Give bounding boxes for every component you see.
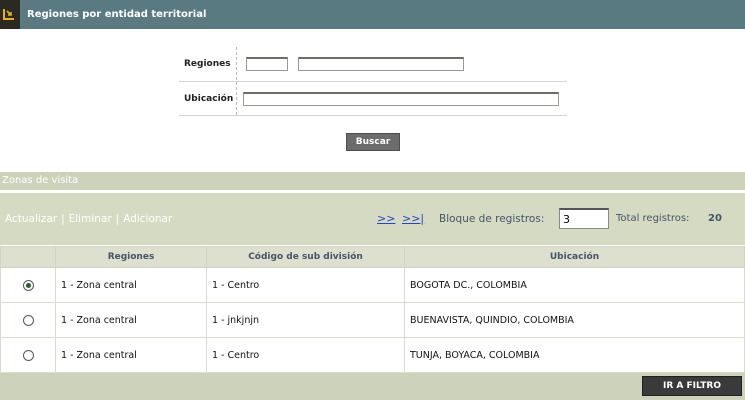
ubicacion-cell: TUNJA, BOYACA, COLOMBIA [404, 337, 745, 373]
next-page-link[interactable]: >> [377, 193, 395, 245]
region-cell: 1 - Zona central [55, 302, 207, 338]
regiones-code-input[interactable] [246, 57, 288, 71]
column-header-ubicacion[interactable]: Ubicación [404, 246, 745, 268]
table-row[interactable]: 1 - Zona central 1 - Centro TUNJA, BOYAC… [0, 337, 745, 373]
ubicacion-cell: BOGOTA DC., COLOMBIA [404, 267, 745, 303]
row-radio[interactable] [22, 314, 34, 326]
zonas-table: Regiones Código de sub división Ubicació… [0, 246, 745, 373]
eliminar-link[interactable]: Eliminar [69, 213, 112, 225]
row-radio[interactable] [22, 279, 34, 291]
ubicacion-cell: BUENAVISTA, QUINDIO, COLOMBIA [404, 302, 745, 338]
ubicacion-row: Ubicación [179, 81, 567, 116]
subdivision-cell: 1 - Centro [206, 337, 405, 373]
footer-bar: IR A FILTRO [0, 373, 745, 400]
actualizar-link[interactable]: Actualizar [5, 213, 57, 225]
select-column-header [0, 246, 56, 268]
total-label: Total registros: [616, 213, 690, 224]
subdivision-cell: 1 - jnkjnjn [206, 302, 405, 338]
zonas-toolbar: Actualizar | Eliminar | Adicionar >> >>| Blo… [0, 193, 745, 245]
last-page-link[interactable]: >>| [402, 193, 424, 245]
subdivision-cell: 1 - Centro [206, 267, 405, 303]
row-select-cell [0, 302, 56, 338]
window-title-bar: Regiones por entidad territorial [0, 0, 745, 29]
region-cell: 1 - Zona central [55, 337, 207, 373]
separator: | [61, 213, 65, 225]
total-value: 20 [708, 213, 722, 224]
column-header-regiones[interactable]: Regiones [55, 246, 207, 268]
row-radio[interactable] [22, 349, 34, 361]
sort-icon [0, 0, 20, 29]
action-links: Actualizar | Eliminar | Adicionar [5, 193, 172, 245]
region-cell: 1 - Zona central [55, 267, 207, 303]
zonas-title: Zonas de visita [2, 175, 79, 186]
go-to-filter-button[interactable]: IR A FILTRO [642, 376, 742, 396]
regiones-label: Regiones [184, 59, 231, 69]
block-label: Bloque de registros: [439, 213, 545, 225]
regiones-row: Regiones [179, 47, 567, 81]
search-form: Regiones Ubicación [179, 47, 567, 116]
block-size-input[interactable] [559, 208, 609, 229]
row-select-cell [0, 337, 56, 373]
ubicacion-label: Ubicación [184, 94, 234, 104]
adicionar-link[interactable]: Adicionar [123, 213, 172, 225]
regiones-name-input[interactable] [298, 57, 464, 71]
column-header-subdivision[interactable]: Código de sub división [206, 246, 405, 268]
zonas-section-header: Zonas de visita [0, 172, 745, 190]
form-bottom-line [179, 115, 567, 116]
page-title: Regiones por entidad territorial [27, 9, 207, 20]
table-header-row: Regiones Código de sub división Ubicació… [0, 246, 745, 268]
table-row[interactable]: 1 - Zona central 1 - jnkjnjn BUENAVISTA,… [0, 302, 745, 338]
separator: | [115, 213, 120, 225]
ubicacion-input[interactable] [243, 92, 559, 106]
search-button[interactable]: Buscar [346, 133, 400, 151]
row-select-cell [0, 267, 56, 303]
table-row[interactable]: 1 - Zona central 1 - Centro BOGOTA DC., … [0, 267, 745, 303]
